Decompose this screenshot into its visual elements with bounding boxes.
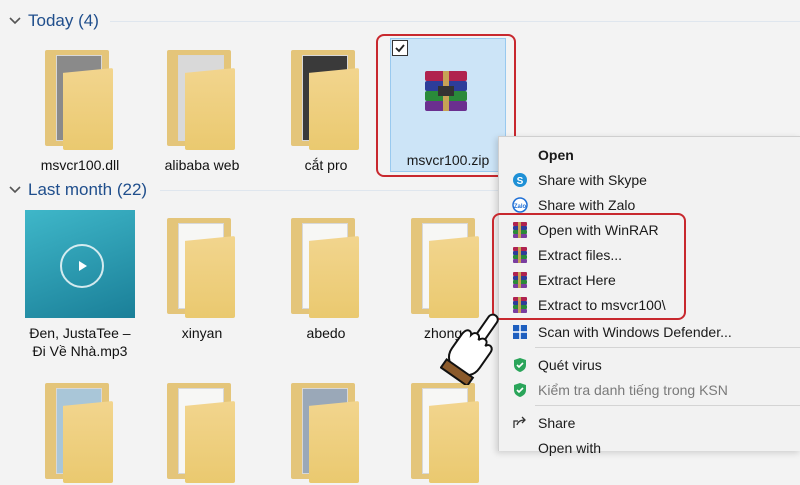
- group-header-last-month[interactable]: Last month (22): [8, 177, 147, 203]
- group-divider: [160, 190, 500, 191]
- menu-separator: [535, 405, 800, 406]
- group-title: Today (4): [28, 11, 99, 30]
- file-name: cắt pro: [304, 157, 348, 173]
- menu-separator: [535, 347, 800, 348]
- defender-icon: [511, 323, 529, 341]
- menu-item-label: Open with: [538, 439, 602, 456]
- folder-icon: [142, 210, 262, 320]
- folder-icon: [20, 42, 140, 152]
- menu-item-share[interactable]: Share: [499, 410, 800, 435]
- kaspersky-shield-icon: [511, 356, 529, 374]
- menu-item-open-with[interactable]: Open with: [499, 435, 800, 460]
- hand-pointer-icon: [439, 305, 510, 388]
- kaspersky-shield-icon: [511, 381, 529, 399]
- file-name: alibaba web: [164, 157, 240, 173]
- highlight-winrar-items: [492, 213, 686, 320]
- zalo-icon: Zalo: [511, 196, 529, 214]
- menu-item-kiem-tra-ksn[interactable]: Kiểm tra danh tiếng trong KSN: [499, 377, 800, 402]
- folder-icon: [266, 375, 386, 485]
- svg-text:S: S: [517, 176, 524, 187]
- folder-icon: [142, 42, 262, 152]
- folder-icon: [386, 375, 506, 485]
- menu-item-label: Open: [538, 146, 574, 163]
- menu-item-label: Share: [538, 414, 576, 431]
- file-name: msvcr100.dll: [40, 157, 120, 173]
- folder-icon: [386, 210, 506, 320]
- group-header-today[interactable]: Today (4): [8, 8, 99, 34]
- menu-item-share-skype[interactable]: S Share with Skype: [499, 167, 800, 192]
- group-divider: [110, 21, 800, 22]
- group-title: Last month (22): [28, 180, 148, 199]
- chevron-down-icon: [8, 183, 22, 197]
- folder-icon: [266, 42, 386, 152]
- file-name: xinyan: [181, 325, 223, 341]
- folder-icon: [266, 210, 386, 320]
- chevron-down-icon: [8, 14, 22, 28]
- music-thumbnail: [20, 210, 140, 320]
- menu-item-open[interactable]: Open: [499, 142, 800, 167]
- menu-item-label: Kiểm tra danh tiếng trong KSN: [538, 381, 728, 398]
- highlight-selected-file: [376, 34, 516, 177]
- share-icon: [511, 414, 529, 432]
- menu-item-label: Quét virus: [538, 356, 602, 373]
- open-icon: [511, 146, 529, 164]
- file-name: Đen, JustaTee – Đi Về Nhà.mp3: [29, 325, 131, 359]
- menu-item-label: Share with Zalo: [538, 196, 636, 213]
- file-name: abedo: [306, 325, 346, 341]
- menu-item-quet-virus[interactable]: Quét virus: [499, 352, 800, 377]
- svg-text:Zalo: Zalo: [514, 204, 527, 210]
- menu-item-scan-defender[interactable]: Scan with Windows Defender...: [499, 319, 800, 344]
- menu-item-label: Share with Skype: [538, 171, 647, 188]
- folder-icon: [20, 375, 140, 485]
- blank-icon: [511, 439, 529, 457]
- folder-icon: [142, 375, 262, 485]
- menu-item-label: Scan with Windows Defender...: [538, 323, 732, 340]
- play-icon: [60, 244, 104, 288]
- skype-icon: S: [511, 171, 529, 189]
